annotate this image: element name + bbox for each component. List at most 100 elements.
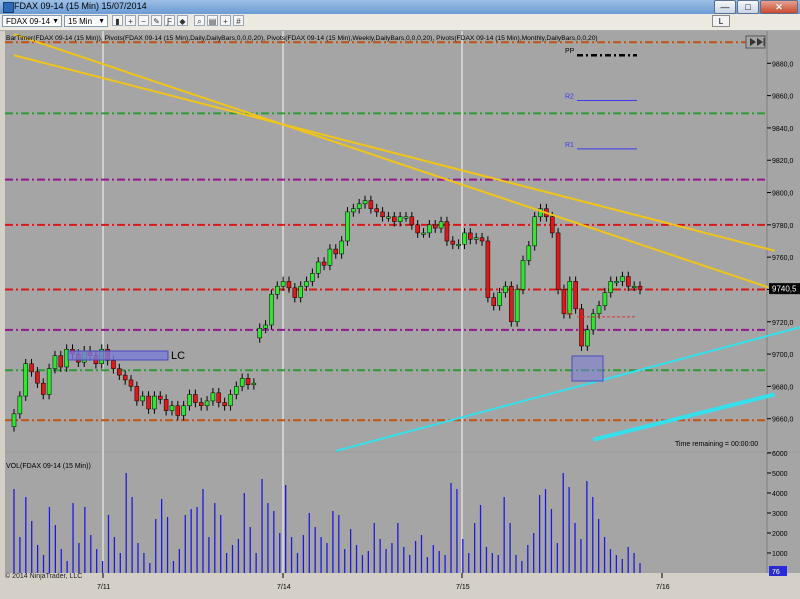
price-tick-label: 9800,0 bbox=[772, 191, 794, 198]
candle-body bbox=[298, 285, 303, 298]
candle-body bbox=[356, 203, 362, 209]
app-icon bbox=[3, 2, 14, 13]
candle-body bbox=[257, 327, 262, 339]
candle-body bbox=[608, 281, 613, 293]
candle-body bbox=[128, 379, 134, 387]
interval-selector[interactable]: 15 Min ▼ bbox=[64, 15, 108, 27]
candle-body bbox=[427, 224, 432, 234]
candle-body bbox=[503, 285, 508, 293]
chart-scroll-end-icon[interactable] bbox=[745, 35, 766, 49]
candle-body bbox=[573, 281, 578, 310]
candle-body bbox=[631, 285, 637, 288]
volume-tick-label: 5000 bbox=[772, 471, 788, 478]
candle-body bbox=[35, 371, 40, 384]
candle-body bbox=[479, 237, 485, 242]
pivot-overlay-label: PP bbox=[565, 48, 575, 55]
candle-body bbox=[251, 382, 257, 386]
price-tick-label: 9840,0 bbox=[772, 126, 794, 133]
candle-body bbox=[275, 285, 280, 295]
candle-body bbox=[239, 378, 245, 387]
candle-body bbox=[222, 402, 227, 407]
instrument-label: FDAX 09-14 bbox=[6, 17, 51, 26]
candle-body bbox=[374, 208, 379, 213]
candle-body bbox=[590, 313, 596, 331]
candle-body bbox=[620, 276, 625, 282]
properties-icon[interactable]: ▤ bbox=[207, 15, 218, 26]
strategy-icon[interactable]: ◆ bbox=[177, 15, 188, 26]
ninjatrader-chart-window: FDAX 09-14 (15 Min) 15/07/2014 — □ ✕ FDA… bbox=[0, 0, 800, 599]
candle-body bbox=[421, 232, 426, 235]
candle-body bbox=[193, 394, 198, 403]
close-button[interactable]: ✕ bbox=[760, 0, 798, 14]
demand-zone-box bbox=[571, 355, 604, 382]
candle-body bbox=[532, 216, 537, 247]
minimize-button[interactable]: — bbox=[714, 0, 736, 14]
draw-tools-icon[interactable]: ✎ bbox=[151, 15, 162, 26]
candle-body bbox=[163, 399, 169, 411]
zoom-in-icon[interactable]: + bbox=[125, 15, 136, 26]
chevron-down-icon: ▼ bbox=[98, 18, 105, 25]
time-tick-label: 7/16 bbox=[656, 584, 670, 591]
candle-body bbox=[187, 394, 192, 407]
candle-body bbox=[140, 395, 145, 402]
instrument-selector[interactable]: FDAX 09-14 ▼ bbox=[2, 15, 62, 27]
candle-body bbox=[310, 273, 315, 282]
candle-body bbox=[158, 395, 163, 400]
grid-icon[interactable]: # bbox=[233, 15, 244, 26]
pivot-overlay-label: R2 bbox=[565, 93, 574, 100]
candle-body bbox=[602, 292, 608, 306]
candle-body bbox=[351, 208, 356, 213]
candle-body bbox=[228, 394, 233, 407]
lc-zone-box bbox=[67, 350, 169, 361]
candle-body bbox=[409, 216, 415, 226]
time-remaining: Time remaining = 00:00:00 bbox=[675, 441, 758, 448]
candle-body bbox=[280, 281, 286, 287]
time-tick-label: 7/15 bbox=[456, 584, 470, 591]
price-tick-label: 9720,0 bbox=[772, 320, 794, 327]
candle-body bbox=[122, 374, 128, 381]
candle-body bbox=[345, 211, 350, 242]
candle-body bbox=[327, 248, 333, 266]
candle-body bbox=[339, 240, 344, 255]
candle-body bbox=[245, 378, 251, 386]
candle-body bbox=[134, 386, 140, 402]
candle-body bbox=[403, 216, 409, 219]
indicators-icon[interactable]: Ƒ bbox=[164, 15, 175, 26]
crosshair-icon[interactable]: + bbox=[220, 15, 231, 26]
lc-label: LC bbox=[171, 350, 185, 362]
candle-body bbox=[52, 355, 58, 369]
candle-body bbox=[146, 395, 151, 410]
pivot-overlay-label: S1 bbox=[565, 310, 574, 317]
bar-type-icon[interactable]: ▮ bbox=[112, 15, 123, 26]
candle-body bbox=[444, 221, 450, 242]
copyright: © 2014 NinjaTrader, LLC bbox=[5, 572, 82, 580]
candle-body bbox=[432, 224, 438, 229]
candle-body bbox=[380, 211, 385, 218]
volume-title: VOL(FDAX 09-14 (15 Min)) bbox=[6, 463, 91, 470]
maximize-button[interactable]: □ bbox=[737, 0, 759, 14]
candle-body bbox=[362, 200, 368, 205]
candle-body bbox=[11, 413, 17, 428]
candle-body bbox=[198, 402, 204, 407]
candle-body bbox=[526, 245, 532, 261]
candle-body bbox=[462, 232, 467, 245]
chart-canvas[interactable]: PP R2 R1 S1 LC BarTimer(FDAX 09-14 (15 Min)… bbox=[0, 30, 800, 599]
link-button[interactable]: L bbox=[712, 15, 730, 27]
candle-body bbox=[181, 405, 186, 416]
candle-body bbox=[555, 232, 561, 290]
candle-body bbox=[111, 360, 116, 369]
candle-body bbox=[491, 297, 496, 306]
candle-body bbox=[596, 305, 602, 314]
volume-tick-label: 2000 bbox=[772, 531, 788, 538]
candle-body bbox=[41, 382, 46, 395]
window-titlebar[interactable]: FDAX 09-14 (15 Min) 15/07/2014 — □ ✕ bbox=[0, 0, 800, 14]
volume-current-badge: 76 bbox=[772, 569, 780, 576]
candle-body bbox=[234, 386, 239, 395]
search-icon[interactable]: ⌕ bbox=[194, 15, 205, 26]
candle-body bbox=[321, 261, 327, 266]
candle-body bbox=[473, 237, 479, 240]
volume-tick-label: 3000 bbox=[772, 511, 788, 518]
candle-body bbox=[17, 395, 23, 415]
zoom-out-icon[interactable]: − bbox=[138, 15, 149, 26]
indicator-header: BarTimer(FDAX 09-14 (15 Min)), Pivots(FD… bbox=[6, 35, 598, 42]
